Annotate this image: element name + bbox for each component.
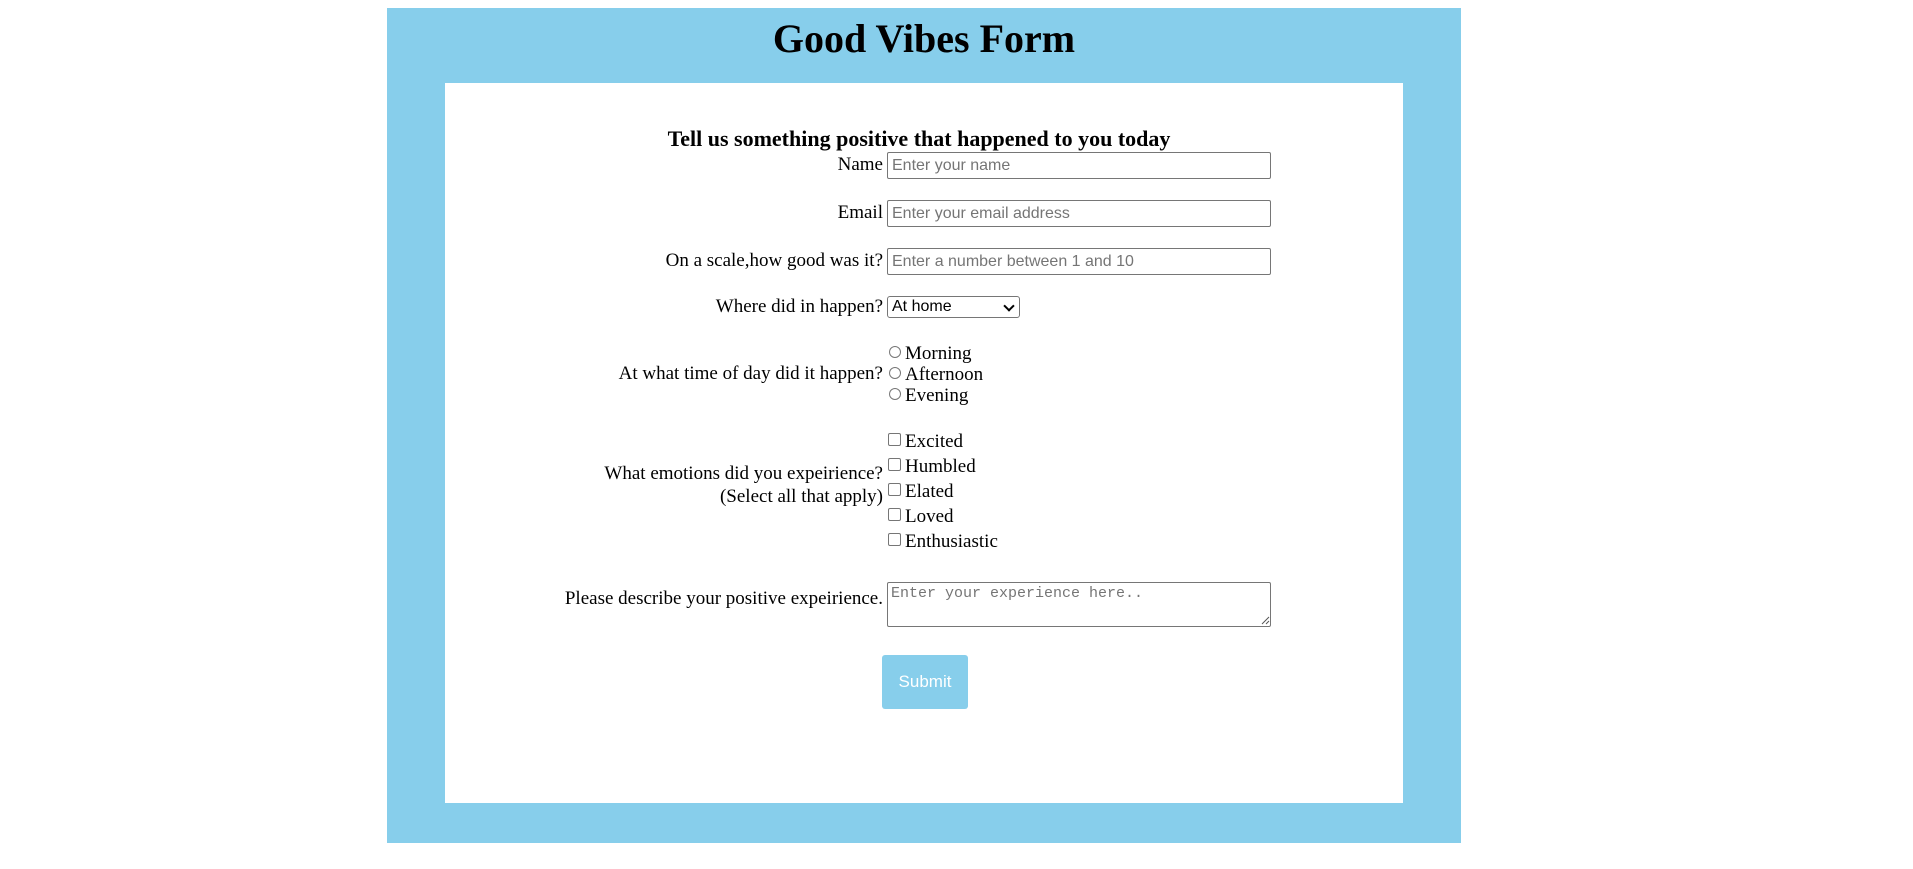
time-of-day-label: At what time of day did it happen? (618, 363, 883, 384)
checkbox-label: Enthusiastic (905, 531, 998, 552)
radio-label: Evening (905, 385, 969, 406)
location-select-value: At home (892, 298, 952, 315)
email-label: Email (837, 202, 883, 223)
form-subtitle: Tell us something positive that happened… (667, 126, 1171, 151)
location-select[interactable]: At home (887, 296, 1020, 318)
checkbox-option-enthusiastic[interactable]: Enthusiastic (888, 529, 998, 554)
location-label: Where did in happen? (715, 296, 883, 317)
checkbox-label: Humbled (905, 456, 976, 477)
page-title: Good Vibes Form (772, 16, 1076, 61)
checkbox[interactable] (888, 458, 901, 471)
radio-label: Morning (905, 343, 972, 364)
checkbox-option-excited[interactable]: Excited (888, 429, 963, 454)
page-frame: Good Vibes Form Tell us something positi… (387, 8, 1461, 843)
scale-label: On a scale,how good was it? (665, 250, 883, 271)
checkbox-option-humbled[interactable]: Humbled (888, 454, 976, 479)
radio-button[interactable] (889, 367, 901, 379)
radio-label: Afternoon (905, 364, 984, 385)
checkbox[interactable] (888, 508, 901, 521)
resize-grip-icon[interactable] (1260, 615, 1270, 625)
description-label: Please describe your positive expeirienc… (564, 588, 883, 609)
description-textarea[interactable] (887, 582, 1271, 627)
checkbox[interactable] (888, 433, 901, 446)
emotions-hint: (Select all that apply) (719, 486, 883, 507)
radio-button[interactable] (889, 388, 901, 400)
checkbox-option-loved[interactable]: Loved (888, 504, 954, 529)
checkbox-option-elated[interactable]: Elated (888, 479, 954, 504)
scale-input[interactable] (887, 248, 1271, 275)
submit-button[interactable]: Submit (882, 655, 968, 709)
chevron-down-icon (1003, 300, 1015, 312)
name-label: Name (837, 154, 883, 175)
checkbox[interactable] (888, 483, 901, 496)
radio-button[interactable] (889, 346, 901, 358)
email-input[interactable] (887, 200, 1271, 227)
checkbox-label: Loved (905, 506, 954, 527)
name-input[interactable] (887, 152, 1271, 179)
checkbox[interactable] (888, 533, 901, 546)
checkbox-label: Elated (905, 481, 954, 502)
radio-option-evening[interactable]: Evening (889, 383, 968, 408)
form-card: Tell us something positive that happened… (445, 83, 1403, 803)
checkbox-label: Excited (905, 431, 964, 452)
emotions-label: What emotions did you expeirience? (604, 463, 883, 484)
